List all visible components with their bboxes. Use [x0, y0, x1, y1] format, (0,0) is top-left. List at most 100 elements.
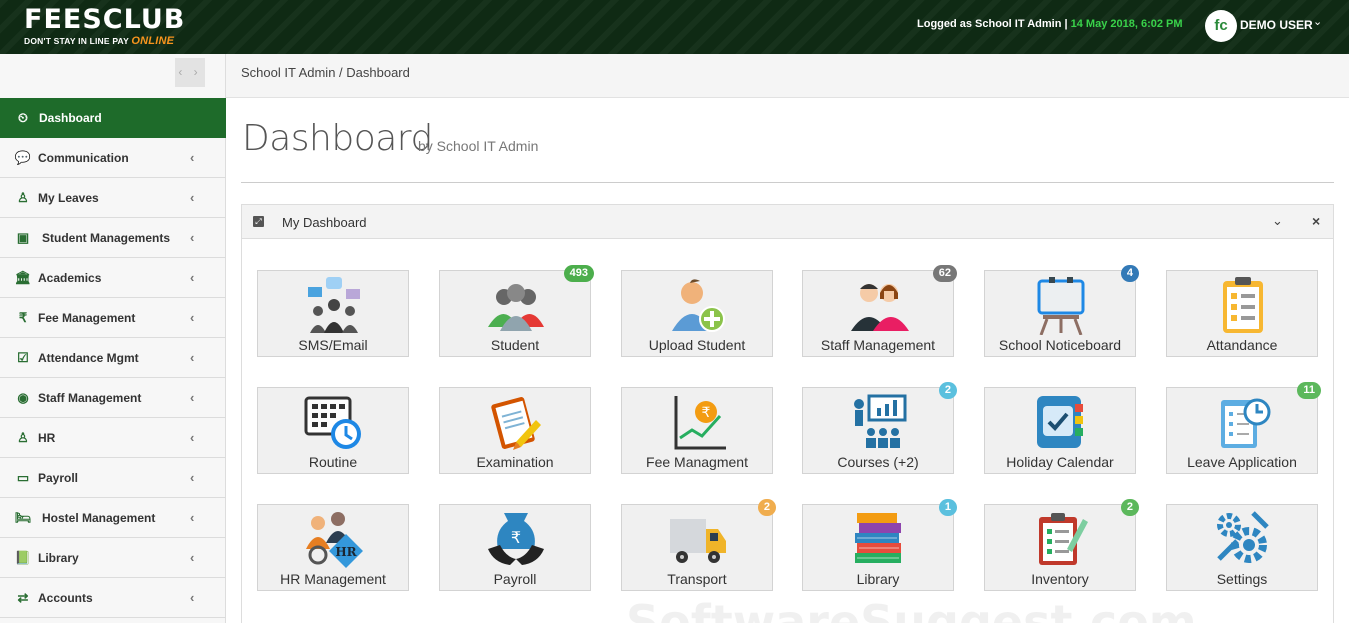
- sidebar-item-accounts[interactable]: ⇄ Accounts ‹: [0, 578, 226, 618]
- check-square-icon: ☑: [17, 350, 29, 365]
- sidebar-item-payroll[interactable]: ▭ Payroll ‹: [0, 458, 226, 498]
- tile-hr-management[interactable]: HR HR Management: [257, 504, 409, 591]
- noticeboard-icon: [1031, 275, 1091, 336]
- expand-icon[interactable]: ⤢: [253, 216, 264, 227]
- svg-text:HR: HR: [335, 545, 357, 559]
- tile-label: HR Management: [280, 571, 386, 587]
- sidebar-item-staff-management[interactable]: ◉ Staff Management ‹: [0, 378, 226, 418]
- sidebar-item-my-leaves[interactable]: ♙ My Leaves ‹: [0, 178, 226, 218]
- feesclub-logo[interactable]: FEESCLUB DON'T STAY IN LINE PAY ONLINE: [24, 4, 186, 48]
- tile-routine[interactable]: Routine: [257, 387, 409, 474]
- holiday-calendar-icon: [1031, 392, 1091, 452]
- credit-card-icon: ▭: [16, 470, 30, 485]
- upload-student-icon: [668, 275, 728, 335]
- tile-transport[interactable]: Transport 2: [621, 499, 776, 591]
- sidebar-item-label: Staff Management: [38, 391, 142, 405]
- tile-label: Library: [856, 571, 900, 587]
- sidebar-item-attendance-mgmt[interactable]: ☑ Attendance Mgmt ‹: [0, 338, 226, 378]
- tile-label: Examination: [476, 454, 554, 470]
- watermark: SoftwareSuggest.com: [626, 595, 1197, 623]
- tile-attandance[interactable]: Attandance: [1166, 270, 1318, 357]
- tile-examination[interactable]: Examination: [439, 387, 591, 474]
- routine-icon: [304, 392, 364, 452]
- tile-fee-managment[interactable]: ₹ Fee Managment: [621, 387, 773, 474]
- user-circle-icon: ◉: [17, 390, 29, 405]
- logo-tagline-text: DON'T STAY IN LINE PAY: [24, 36, 129, 46]
- sms-email-icon: [304, 275, 364, 335]
- count-badge: 11: [1297, 382, 1321, 399]
- divider: [241, 182, 1334, 183]
- transport-icon: [668, 509, 728, 569]
- close-icon[interactable]: ×: [1312, 213, 1320, 229]
- logo-online-text: ONLINE: [131, 35, 175, 47]
- examination-icon: [486, 392, 546, 452]
- tile-inventory[interactable]: Inventory 2: [984, 499, 1139, 591]
- count-badge: 1: [938, 499, 957, 516]
- tile-upload-student[interactable]: Upload Student: [621, 270, 773, 357]
- chevron-left-icon: ‹: [190, 590, 195, 605]
- svg-text:₹: ₹: [702, 405, 711, 421]
- tile-label: School Noticeboard: [998, 337, 1122, 353]
- count-badge: 62: [932, 265, 957, 282]
- tile-holiday-calendar[interactable]: Holiday Calendar: [984, 387, 1136, 474]
- sidebar-item-hr[interactable]: ♙ HR ‹: [0, 418, 226, 458]
- breadcrumb-bar: School IT Admin / Dashboard: [226, 54, 1349, 98]
- sidebar-item-student-managements[interactable]: ▣ Student Managements ‹: [0, 218, 226, 258]
- login-datetime: 14 May 2018, 6:02 PM: [1070, 18, 1183, 30]
- tile-sms-email[interactable]: SMS/Email: [257, 270, 409, 357]
- dashboard-panel: ⤢ My Dashboard ⌄ × SMS/Email Student 493 Up…: [241, 204, 1334, 623]
- logo-text: FEESCLUB: [24, 4, 186, 35]
- sidebar-item-dashboard[interactable]: ⏲ Dashboard: [0, 98, 238, 138]
- chevron-left-icon: ‹: [190, 230, 195, 245]
- tile-label: Student: [490, 337, 540, 353]
- sidebar-item-label: Academics: [38, 271, 102, 285]
- chevron-left-icon: ‹: [190, 350, 195, 365]
- sidebar-item-label: Attendance Mgmt: [38, 351, 139, 365]
- avatar[interactable]: fc: [1205, 10, 1237, 42]
- leave-application-icon: [1213, 392, 1273, 452]
- sidebar-item-label: Payroll: [38, 471, 79, 485]
- tile-label: Holiday Calendar: [1006, 454, 1114, 470]
- sidebar-item-library[interactable]: 📗 Library ‹: [0, 538, 226, 578]
- sidebar-item-hostel-management[interactable]: 🛏 Hostel Management ‹: [0, 498, 226, 538]
- chevron-left-icon: ‹: [190, 310, 195, 325]
- logged-as-text: Logged as School IT Admin: [917, 18, 1062, 30]
- tile-staff-management[interactable]: Staff Management 62: [802, 265, 957, 357]
- sidebar-item-label: My Leaves: [38, 191, 99, 205]
- chevron-left-icon: ‹: [190, 430, 195, 445]
- institution-icon: 🏛: [14, 270, 32, 285]
- breadcrumb[interactable]: School IT Admin / Dashboard: [241, 65, 410, 80]
- count-badge: 2: [938, 382, 957, 399]
- collapse-icon[interactable]: ⌄: [1272, 213, 1283, 229]
- sidebar: ‹ › ⏲ Dashboard 💬 Communication ‹ ♙ My Leaves ‹…: [0, 54, 238, 623]
- top-bar: FEESCLUB DON'T STAY IN LINE PAY ONLINE L…: [0, 0, 1349, 54]
- book-icon: 📗: [14, 550, 32, 565]
- sidebar-item-label: Fee Management: [38, 311, 136, 325]
- tile-settings[interactable]: Settings: [1166, 504, 1318, 591]
- bed-icon: 🛏: [14, 510, 32, 525]
- sidebar-item-label: Student Managements: [42, 231, 171, 245]
- chevron-left-icon: ‹: [190, 270, 195, 285]
- chevron-down-icon[interactable]: ⌄: [1313, 15, 1322, 28]
- sidebar-item-fee-management[interactable]: ₹ Fee Management ‹: [0, 298, 226, 338]
- main-content: Dashboard by School IT Admin ⤢ My Dashbo…: [226, 98, 1349, 623]
- staff-management-icon: [849, 275, 909, 335]
- tile-label: Attandance: [1206, 337, 1278, 353]
- sidebar-item-communication[interactable]: 💬 Communication ‹: [0, 138, 226, 178]
- tile-student[interactable]: Student 493: [439, 265, 594, 357]
- tile-library[interactable]: Library 1: [802, 499, 957, 591]
- sidebar-item-academics[interactable]: 🏛 Academics ‹: [0, 258, 226, 298]
- sidebar-toggle-button[interactable]: ‹ ›: [175, 58, 205, 87]
- users-icon: ♙: [17, 430, 29, 445]
- chevron-left-icon: ‹: [190, 190, 195, 205]
- user-menu-name[interactable]: DEMO USER: [1240, 18, 1313, 32]
- tile-leave-application[interactable]: Leave Application 11: [1166, 382, 1321, 474]
- svg-text:₹: ₹: [511, 528, 521, 547]
- chevron-left-icon: ‹: [190, 510, 195, 525]
- tile-courses-2[interactable]: Courses (+2) 2: [802, 382, 957, 474]
- count-badge: 2: [1120, 499, 1139, 516]
- id-card-icon: ▣: [16, 230, 30, 245]
- tile-payroll[interactable]: ₹ Payroll: [439, 504, 591, 591]
- tile-school-noticeboard[interactable]: School Noticeboard 4: [984, 265, 1139, 357]
- tile-label: Settings: [1216, 571, 1268, 587]
